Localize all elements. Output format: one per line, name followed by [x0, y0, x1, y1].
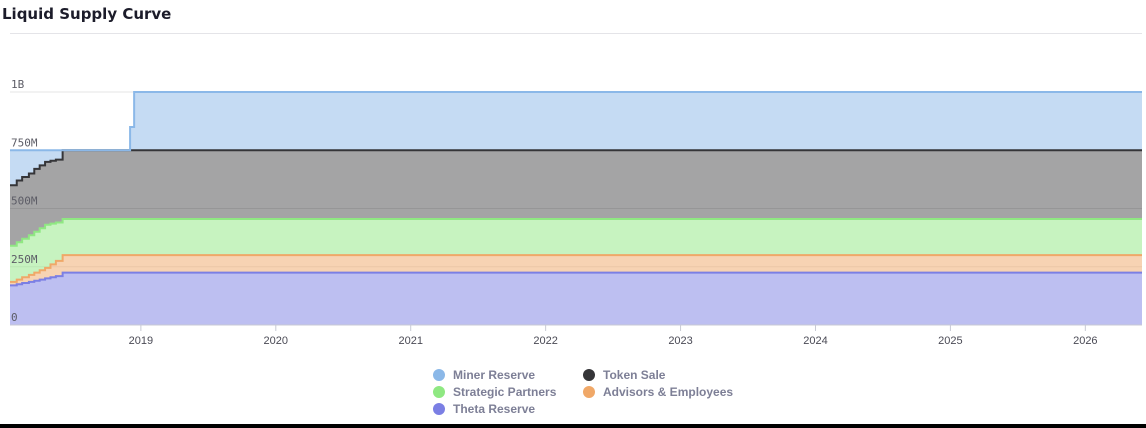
y-tick-label: 500M — [11, 195, 38, 208]
window-bottom-border — [0, 424, 1146, 428]
legend-item-miner-reserve[interactable]: Miner Reserve — [433, 368, 535, 382]
y-tick-label: 0 — [11, 311, 18, 324]
y-tick-label: 250M — [11, 253, 38, 266]
legend-label: Theta Reserve — [453, 402, 536, 416]
x-tick-label: 2024 — [803, 335, 827, 347]
legend-item-advisors-employees[interactable]: Advisors & Employees — [583, 385, 733, 399]
legend-item-theta-reserve[interactable]: Theta Reserve — [433, 402, 535, 416]
x-tick-label: 2026 — [1073, 335, 1097, 347]
x-tick-label: 2022 — [533, 335, 557, 347]
legend-dot-icon — [583, 386, 595, 398]
chart-plot: 0 250M 500M 750M 1B 2019 2020 2021 2022 2023 2024 2… — [10, 78, 1142, 347]
y-tick-label: 1B — [11, 78, 25, 91]
x-tick-label: 2023 — [668, 335, 692, 347]
x-tick-label: 2021 — [398, 335, 422, 347]
legend-label: Advisors & Employees — [603, 385, 734, 399]
legend-dot-icon — [583, 369, 595, 381]
legend-label: Miner Reserve — [453, 368, 536, 382]
y-tick-label: 750M — [11, 136, 38, 149]
x-tick-label: 2025 — [938, 335, 962, 347]
legend-dot-icon — [433, 386, 445, 398]
x-tick-label: 2019 — [129, 335, 153, 347]
legend-dot-icon — [433, 369, 445, 381]
legend-dot-icon — [433, 403, 445, 415]
x-tick-label: 2020 — [264, 335, 288, 347]
legend-item-strategic-partners[interactable]: Strategic Partners — [433, 385, 556, 399]
legend-item-token-sale[interactable]: Token Sale — [583, 368, 665, 382]
legend-label: Token Sale — [603, 368, 666, 382]
legend-label: Strategic Partners — [453, 385, 557, 399]
area-theta-reserve — [10, 272, 1142, 325]
